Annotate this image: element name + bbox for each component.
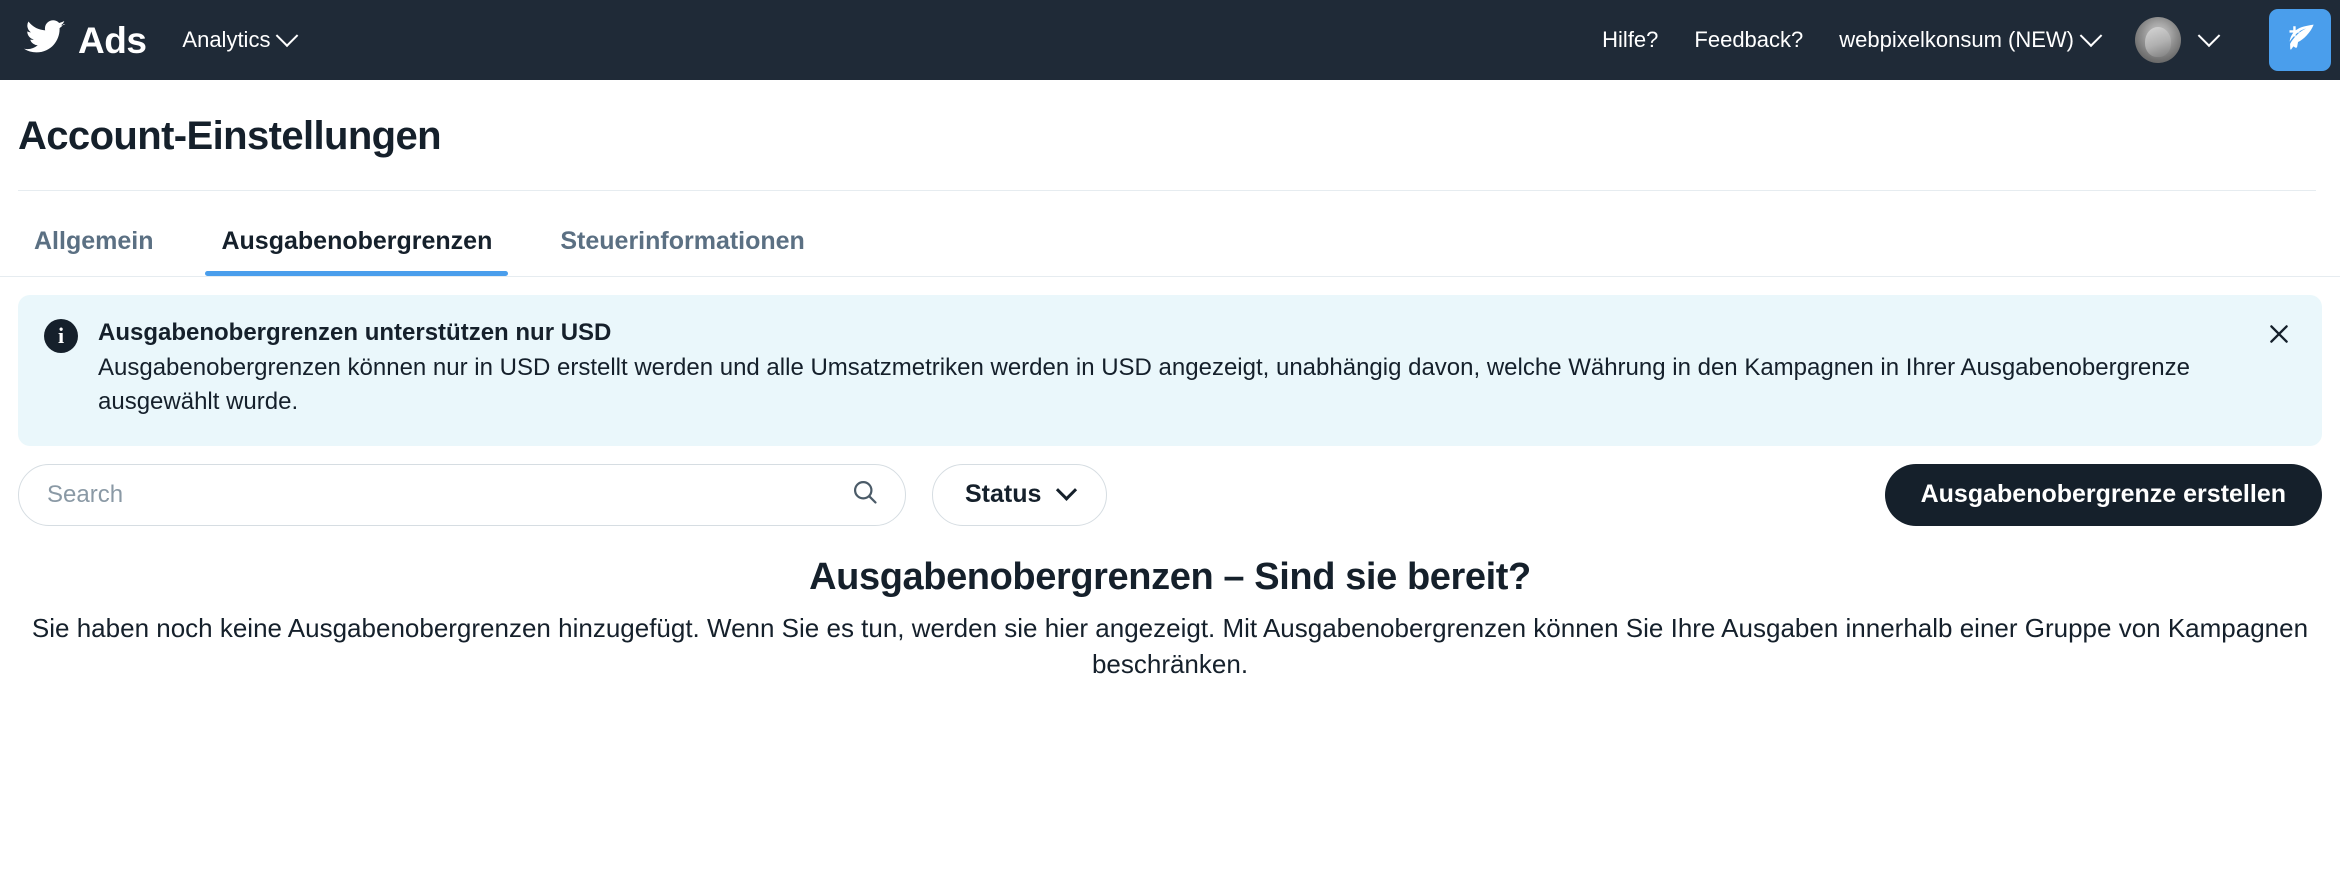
- tab-ausgabenobergrenzen[interactable]: Ausgabenobergrenzen: [187, 191, 526, 276]
- brand-label: Ads: [78, 19, 147, 61]
- empty-state-body: Sie haben noch keine Ausgabenobergrenzen…: [31, 613, 2309, 679]
- info-banner-body: Ausgabenobergrenzen können nur in USD er…: [98, 354, 2190, 416]
- nav-help-label: Hilfe?: [1602, 27, 1659, 52]
- chevron-down-icon: [1056, 479, 1078, 501]
- twitter-bird-icon: [24, 20, 66, 60]
- chevron-down-icon: [2197, 24, 2221, 48]
- list-toolbar: Status Ausgabenobergrenze erstellen: [0, 446, 2340, 526]
- close-icon[interactable]: [2262, 317, 2296, 351]
- nav-feedback-label: Feedback?: [1694, 27, 1804, 52]
- tab-label: Steuerinformationen: [560, 227, 805, 255]
- chevron-down-icon: [276, 24, 299, 48]
- account-label: webpixelkonsum (NEW): [1839, 27, 2074, 52]
- nav-item-help[interactable]: Hilfe?: [1602, 29, 1658, 51]
- status-filter-button[interactable]: Status: [932, 463, 1108, 526]
- page-title: Account-Einstellungen: [18, 114, 442, 158]
- top-navigation-bar: Ads Analytics Hilfe? Feedback? webpixelk…: [0, 0, 2340, 80]
- info-icon: i: [44, 319, 78, 353]
- nav-item-feedback[interactable]: Feedback?: [1694, 29, 1803, 51]
- status-filter-label: Status: [965, 480, 1042, 509]
- avatar: [2135, 17, 2181, 63]
- info-banner: i Ausgabenobergrenzen unterstützen nur U…: [18, 295, 2322, 446]
- tab-label: Allgemein: [34, 227, 154, 255]
- empty-state: Ausgabenobergrenzen – Sind sie bereit? S…: [0, 526, 2340, 683]
- nav-item-analytics[interactable]: Analytics: [182, 24, 299, 52]
- empty-state-title: Ausgabenobergrenzen – Sind sie bereit?: [809, 555, 1531, 598]
- profile-menu[interactable]: [2135, 17, 2221, 63]
- tab-allgemein[interactable]: Allgemein: [18, 191, 187, 276]
- create-spend-limit-button[interactable]: Ausgabenobergrenze erstellen: [1884, 463, 2322, 526]
- banner-area: i Ausgabenobergrenzen unterstützen nur U…: [0, 277, 2340, 446]
- search-input[interactable]: [45, 479, 851, 510]
- search-box[interactable]: [18, 463, 906, 526]
- info-banner-text: Ausgabenobergrenzen unterstützen nur USD…: [98, 317, 2294, 420]
- tab-steuerinformationen[interactable]: Steuerinformationen: [526, 191, 838, 276]
- info-banner-title: Ausgabenobergrenzen unterstützen nur USD: [98, 319, 612, 346]
- account-switcher[interactable]: webpixelkonsum (NEW): [1839, 24, 2103, 52]
- page-header: Account-Einstellungen: [0, 80, 2340, 191]
- brand-logo[interactable]: Ads: [24, 19, 147, 61]
- tab-label: Ausgabenobergrenzen: [221, 227, 493, 255]
- search-icon[interactable]: [851, 478, 879, 511]
- top-navigation-right: Hilfe? Feedback? webpixelkonsum (NEW): [1602, 0, 2340, 80]
- compose-tweet-icon: [2282, 20, 2318, 61]
- settings-tabs: Allgemein Ausgabenobergrenzen Steuerinfo…: [0, 191, 2340, 276]
- chevron-down-icon: [2079, 24, 2103, 48]
- compose-tweet-button[interactable]: [2269, 9, 2331, 71]
- nav-analytics-label: Analytics: [182, 27, 271, 52]
